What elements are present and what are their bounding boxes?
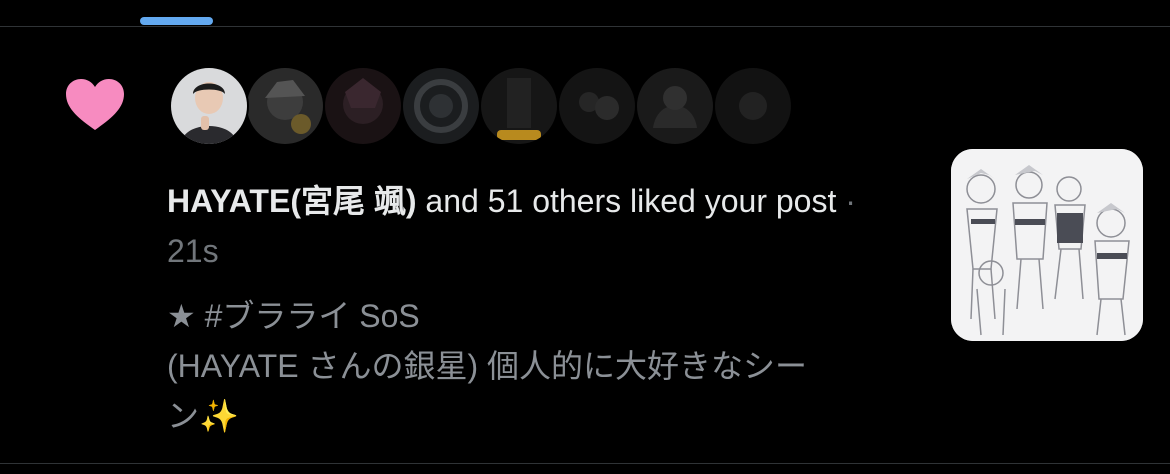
avatar[interactable] xyxy=(635,66,715,146)
avatar[interactable] xyxy=(401,66,481,146)
avatar[interactable] xyxy=(479,66,559,146)
avatar[interactable] xyxy=(323,66,403,146)
notification-summary[interactable]: HAYATE(宮尾 颯) and 51 others liked your po… xyxy=(167,176,867,276)
avatar-photo-image xyxy=(171,68,247,144)
avatar[interactable] xyxy=(245,66,325,146)
avatar-8-image xyxy=(715,68,791,144)
avatar[interactable] xyxy=(713,66,793,146)
heart-icon xyxy=(66,79,124,130)
separator-dot: · xyxy=(836,183,856,219)
avatar[interactable] xyxy=(169,66,249,146)
avatar-5-image xyxy=(481,68,557,144)
avatar-3-image xyxy=(325,68,401,144)
timestamp: 21s xyxy=(167,233,219,269)
avatar[interactable] xyxy=(557,66,637,146)
avatar-4-image xyxy=(403,68,479,144)
avatar-6-image xyxy=(559,68,635,144)
tab-indicator xyxy=(140,17,213,25)
avatar-2-image xyxy=(247,68,323,144)
top-divider xyxy=(0,26,1170,27)
post-line-1: ★ #ブラライ SoS xyxy=(167,298,420,334)
bottom-divider xyxy=(0,463,1170,464)
avatar-7-image xyxy=(637,68,713,144)
post-line-2: (HAYATE さんの銀星) 個人的に大好きなシー xyxy=(167,348,808,384)
post-line-3: ン✨ xyxy=(167,398,239,434)
post-thumbnail-image xyxy=(951,149,1143,341)
action-text: and 51 others liked your post xyxy=(416,183,837,219)
actor-name[interactable]: HAYATE(宮尾 颯) xyxy=(167,183,417,219)
notification-screen: HAYATE(宮尾 颯) and 51 others liked your po… xyxy=(0,0,1170,474)
post-thumbnail[interactable] xyxy=(951,149,1143,341)
post-preview[interactable]: ★ #ブラライ SoS (HAYATE さんの銀星) 個人的に大好きなシー ン✨ xyxy=(167,291,907,441)
